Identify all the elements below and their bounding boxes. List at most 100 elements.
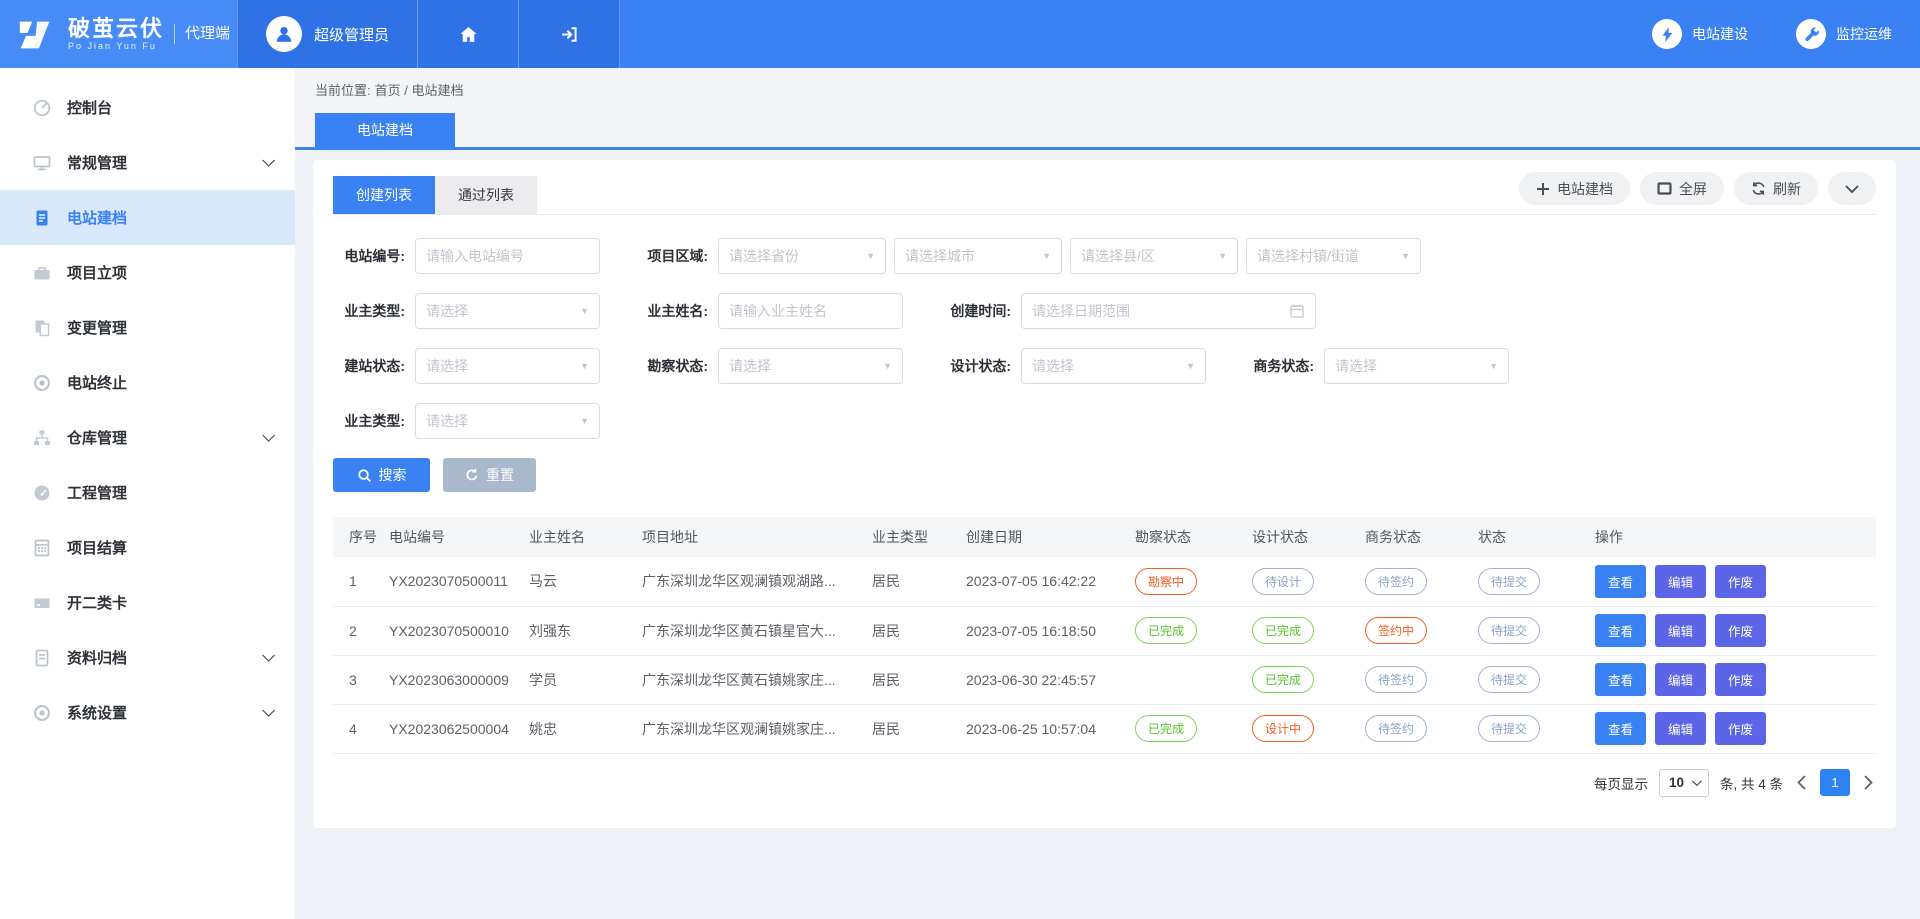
view-button[interactable]: 查看	[1595, 663, 1646, 696]
date-range-input[interactable]: 请选择日期范围	[1021, 293, 1316, 329]
cell-status-status: 待提交	[1470, 704, 1587, 753]
search-icon	[357, 468, 372, 483]
sidebar-item-system-settings[interactable]: 系统设置	[0, 685, 295, 740]
placeholder-text: 请选择	[1032, 356, 1074, 376]
cell-created: 2023-06-25 10:57:04	[958, 704, 1127, 753]
sidebar-item-station-archive[interactable]: 电站建档	[0, 190, 295, 245]
cell-survey-status	[1127, 655, 1244, 704]
sidebar-item-second-type-card[interactable]: 开二类卡	[0, 575, 295, 630]
sidebar-item-engineering-management[interactable]: 工程管理	[0, 465, 295, 520]
filter-select[interactable]: 请选择▼	[718, 348, 903, 384]
cell-index: 1	[333, 557, 381, 606]
sidebar-item-project-settlement[interactable]: 项目结算	[0, 520, 295, 575]
filter-input[interactable]: 请输入业主姓名	[718, 293, 903, 329]
status-badge: 设计中	[1252, 715, 1314, 742]
logo: 破茧云伏 Po Jian Yun Fu 代理端	[0, 0, 237, 68]
filter-select[interactable]: 请选择 ▼	[1324, 348, 1509, 384]
filter-select[interactable]: 请选择▼	[415, 348, 600, 384]
refresh-button[interactable]: 刷新	[1734, 172, 1818, 205]
sidebar-item-change-management[interactable]: 变更管理	[0, 300, 295, 355]
sidebar-item-data-archive[interactable]: 资料归档	[0, 630, 295, 685]
void-button[interactable]: 作废	[1715, 565, 1766, 598]
sidebar-item-station-termination[interactable]: 电站终止	[0, 355, 295, 410]
sidebar-item-label: 控制台	[67, 97, 112, 118]
cell-owner_type: 居民	[864, 655, 958, 704]
filter-row: 建站状态:请选择▼勘察状态:请选择▼设计状态:请选择▼商务状态:请选择▼	[333, 348, 1876, 384]
status-badge: 待设计	[1252, 568, 1314, 595]
cell-owner: 马云	[521, 557, 634, 606]
cell-business-status: 待签约	[1357, 655, 1470, 704]
filter-field: 创建时间:请选择日期范围	[939, 293, 1316, 329]
void-button[interactable]: 作废	[1715, 712, 1766, 745]
sidebar-item-label: 电站建档	[67, 207, 127, 228]
user-menu[interactable]: 超级管理员	[237, 0, 418, 68]
view-button[interactable]: 查看	[1595, 614, 1646, 647]
sidebar-item-project-initiation[interactable]: 项目立项	[0, 245, 295, 300]
filter-select[interactable]: 请选择▼	[415, 293, 600, 329]
table-row: 1YX2023070500011马云广东深圳龙华区观澜镇观湖路...居民2023…	[333, 557, 1876, 606]
tab-create-list[interactable]: 创建列表	[333, 176, 435, 214]
page-number[interactable]: 1	[1820, 769, 1850, 796]
cell-created: 2023-06-30 22:45:57	[958, 655, 1127, 704]
caret-down-icon: ▼	[1483, 361, 1498, 371]
fullscreen-icon	[1657, 182, 1672, 195]
filter-select[interactable]: 请选择县/区▼	[1070, 238, 1238, 274]
breadcrumb: 当前位置: 首页 / 电站建档	[295, 68, 1920, 110]
filter-field: 项目区域:请选择省份▼请选择城市▼请选择县/区▼请选择村镇/街道▼	[636, 238, 1421, 274]
edit-button[interactable]: 编辑	[1655, 614, 1706, 647]
filter-select[interactable]: 请选择▼	[1021, 348, 1206, 384]
content-card: 创建列表 通过列表 电站建档 全屏	[313, 160, 1896, 828]
filter-field: 设计状态:请选择▼	[939, 348, 1206, 384]
sidebar-item-general-management[interactable]: 常规管理	[0, 135, 295, 190]
home-button[interactable]	[418, 0, 519, 68]
edit-button[interactable]: 编辑	[1655, 565, 1706, 598]
filter-input[interactable]: 请输入电站编号	[415, 238, 600, 274]
sidebar-item-label: 项目立项	[67, 262, 127, 283]
placeholder-text: 请选择	[1335, 356, 1377, 376]
fullscreen-button[interactable]: 全屏	[1640, 172, 1724, 205]
cell-code: YX2023062500004	[381, 704, 521, 753]
per-page-select[interactable]: 10	[1659, 769, 1709, 797]
breadcrumb-path[interactable]: 首页 / 电站建档	[375, 80, 464, 99]
column-header: 勘察状态	[1127, 517, 1244, 557]
logout-button[interactable]	[519, 0, 620, 68]
cell-code: YX2023070500011	[381, 557, 521, 606]
reset-button[interactable]: 重置	[443, 458, 536, 492]
column-header: 业主类型	[864, 517, 958, 557]
void-button[interactable]: 作废	[1715, 663, 1766, 696]
filter-select[interactable]: 请选择省份▼	[718, 238, 886, 274]
filter-field: 商务状态:请选择▼	[1242, 348, 1509, 384]
tab-passed-list[interactable]: 通过列表	[435, 176, 537, 214]
caret-down-icon: ▼	[574, 416, 589, 426]
per-page-value: 10	[1669, 775, 1684, 790]
status-badge: 已完成	[1252, 617, 1314, 644]
bolt-icon	[1652, 19, 1682, 49]
search-button[interactable]: 搜索	[333, 458, 430, 492]
create-station-button[interactable]: 电站建档	[1519, 172, 1630, 205]
cell-business-status: 待签约	[1357, 704, 1470, 753]
sidebar: 控制台常规管理电站建档项目立项变更管理电站终止仓库管理工程管理项目结算开二类卡资…	[0, 68, 295, 919]
next-page-button[interactable]	[1861, 775, 1876, 790]
nav-monitoring-ops[interactable]: 监控运维	[1796, 19, 1892, 49]
view-button[interactable]: 查看	[1595, 712, 1646, 745]
page-tab-station-archive[interactable]: 电站建档	[315, 113, 455, 147]
filter-label: 电站编号:	[333, 246, 405, 266]
edit-button[interactable]: 编辑	[1655, 663, 1706, 696]
edit-button[interactable]: 编辑	[1655, 712, 1706, 745]
cell-design-status: 已完成	[1244, 606, 1357, 655]
cell-actions: 查看编辑作废	[1587, 557, 1876, 606]
prev-page-button[interactable]	[1794, 775, 1809, 790]
status-badge: 待签约	[1365, 715, 1427, 742]
cell-owner: 刘强东	[521, 606, 634, 655]
collapse-button[interactable]	[1828, 172, 1876, 205]
void-button[interactable]: 作废	[1715, 614, 1766, 647]
nav-station-construction[interactable]: 电站建设	[1652, 19, 1748, 49]
cell-index: 4	[333, 704, 381, 753]
filter-select[interactable]: 请选择村镇/街道▼	[1246, 238, 1421, 274]
filter-select[interactable]: 请选择城市▼	[894, 238, 1062, 274]
view-button[interactable]: 查看	[1595, 565, 1646, 598]
sidebar-item-console[interactable]: 控制台	[0, 80, 295, 135]
sidebar-item-warehouse-management[interactable]: 仓库管理	[0, 410, 295, 465]
filter-select[interactable]: 请选择▼	[415, 403, 600, 439]
cell-address: 广东深圳龙华区黄石镇姚家庄...	[634, 655, 864, 704]
